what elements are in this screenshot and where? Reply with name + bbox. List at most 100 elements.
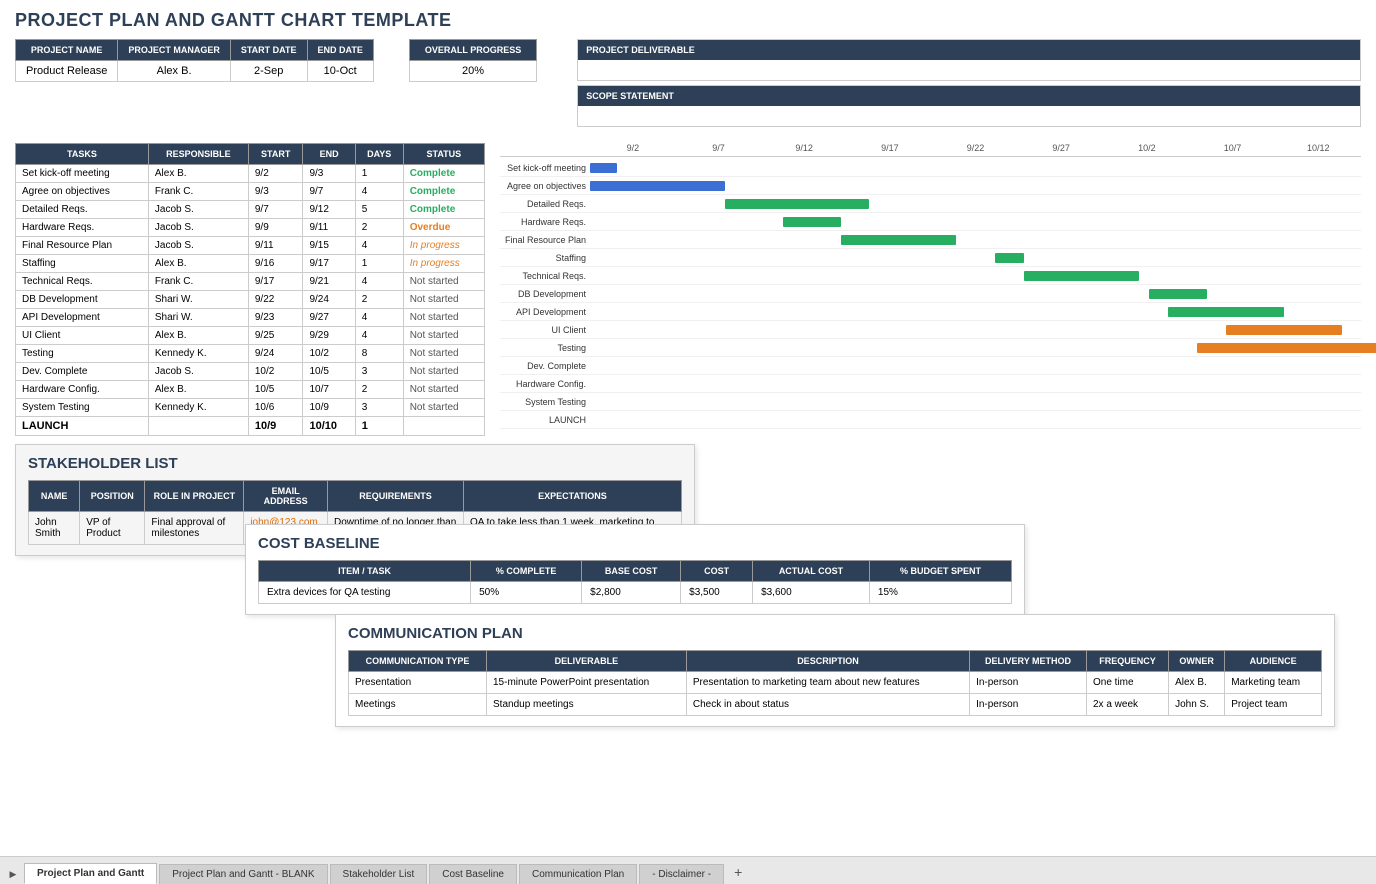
tab-item[interactable]: Communication Plan: [519, 864, 637, 884]
project-info-table: PROJECT NAME PROJECT MANAGER START DATE …: [15, 39, 374, 82]
progress-table: OVERALL PROGRESS 20%: [409, 39, 537, 82]
task-cell: Hardware Reqs.: [16, 219, 149, 237]
gantt-bar: [1024, 271, 1140, 281]
task-cell: Complete: [403, 183, 484, 201]
start-date-value: 2-Sep: [230, 61, 307, 82]
task-cell: Not started: [403, 291, 484, 309]
stakeholder-col: ROLE IN PROJECT: [145, 481, 244, 512]
tasks-table: TASKS RESPONSIBLE START END DAYS STATUS …: [15, 143, 485, 436]
gantt-row-label: LAUNCH: [500, 415, 590, 425]
communication-plan-card: COMMUNICATION PLAN COMMUNICATION TYPEDEL…: [335, 614, 1335, 727]
task-cell: 10/5: [248, 381, 303, 399]
gantt-date-label: 9/27: [1018, 143, 1104, 153]
task-cell: Final Resource Plan: [16, 237, 149, 255]
tab-add-button[interactable]: +: [726, 860, 750, 884]
task-cell: 9/16: [248, 255, 303, 273]
cost-cell: $3,500: [681, 582, 753, 604]
task-cell: 4: [355, 237, 403, 255]
task-cell: 4: [355, 327, 403, 345]
task-cell: In progress: [403, 237, 484, 255]
col-end-date: END DATE: [307, 40, 373, 61]
gantt-row-label: API Development: [500, 307, 590, 317]
task-cell: 9/21: [303, 273, 355, 291]
task-cell: Jacob S.: [148, 237, 248, 255]
tab-item[interactable]: Project Plan and Gantt: [24, 863, 157, 884]
task-cell: 9/15: [303, 237, 355, 255]
gantt-chart: 9/29/79/129/179/229/2710/210/710/12 Set …: [500, 143, 1361, 429]
task-cell: 9/29: [303, 327, 355, 345]
task-cell: 9/9: [248, 219, 303, 237]
tasks-col-days: DAYS: [355, 144, 403, 165]
gantt-bar-area: [590, 161, 1361, 175]
gantt-bar: [1149, 289, 1207, 299]
page-title: PROJECT PLAN AND GANTT CHART TEMPLATE: [15, 10, 1361, 31]
gantt-date-label: 9/7: [676, 143, 762, 153]
comm-cell: John S.: [1169, 694, 1225, 716]
task-cell: 9/7: [303, 183, 355, 201]
cost-baseline-card: COST BASELINE ITEM / TASK% COMPLETEBASE …: [245, 524, 1025, 615]
comm-cell: 2x a week: [1087, 694, 1169, 716]
task-cell: 10/2: [248, 363, 303, 381]
gantt-section: 9/29/79/129/179/229/2710/210/710/12 Set …: [500, 143, 1361, 436]
stakeholder-cell: Final approval of milestones: [145, 512, 244, 545]
gantt-row: System Testing: [500, 393, 1361, 411]
task-cell: Alex B.: [148, 255, 248, 273]
gantt-row-label: System Testing: [500, 397, 590, 407]
task-cell: Staffing: [16, 255, 149, 273]
task-cell: Kennedy K.: [148, 345, 248, 363]
task-cell: Frank C.: [148, 183, 248, 201]
gantt-row: Hardware Reqs.: [500, 213, 1361, 231]
task-cell: UI Client: [16, 327, 149, 345]
task-cell: Detailed Reqs.: [16, 201, 149, 219]
task-cell: Overdue: [403, 219, 484, 237]
tab-left-arrow[interactable]: ▶: [5, 864, 21, 884]
task-cell: Not started: [403, 273, 484, 291]
gantt-row: Hardware Config.: [500, 375, 1361, 393]
task-cell: Shari W.: [148, 309, 248, 327]
gantt-date-label: 9/12: [761, 143, 847, 153]
comm-cell: In-person: [970, 672, 1087, 694]
task-cell: 9/3: [303, 165, 355, 183]
deliverable-header: PROJECT DELIVERABLE: [578, 40, 1360, 60]
comm-cell: Alex B.: [1169, 672, 1225, 694]
task-cell: DB Development: [16, 291, 149, 309]
task-cell: Jacob S.: [148, 201, 248, 219]
gantt-bar: [995, 253, 1024, 263]
gantt-date-label: 9/2: [590, 143, 676, 153]
gantt-row-label: Hardware Config.: [500, 379, 590, 389]
scope-header: SCOPE STATEMENT: [578, 86, 1360, 106]
stakeholder-title: STAKEHOLDER LIST: [28, 455, 682, 472]
comm-table: COMMUNICATION TYPEDELIVERABLEDESCRIPTION…: [348, 650, 1322, 716]
project-name-value: Product Release: [16, 61, 118, 82]
cost-baseline-title: COST BASELINE: [258, 535, 1012, 552]
task-cell: System Testing: [16, 399, 149, 417]
stakeholder-cell: John Smith: [29, 512, 80, 545]
tab-item[interactable]: - Disclaimer -: [639, 864, 724, 884]
task-cell: Not started: [403, 399, 484, 417]
progress-value: 20%: [409, 61, 536, 82]
comm-cell: In-person: [970, 694, 1087, 716]
task-cell: Dev. Complete: [16, 363, 149, 381]
tab-item[interactable]: Cost Baseline: [429, 864, 517, 884]
comm-col: FREQUENCY: [1087, 651, 1169, 672]
gantt-bar-area: [590, 305, 1361, 319]
gantt-row: DB Development: [500, 285, 1361, 303]
task-cell: 9/24: [248, 345, 303, 363]
task-cell: 9/2: [248, 165, 303, 183]
tab-item[interactable]: Project Plan and Gantt - BLANK: [159, 864, 327, 884]
cost-col: ITEM / TASK: [259, 561, 471, 582]
cost-cell: 50%: [471, 582, 582, 604]
task-cell: 3: [355, 399, 403, 417]
task-cell: 4: [355, 309, 403, 327]
task-cell: 1: [355, 417, 403, 436]
gantt-row: Set kick-off meeting: [500, 159, 1361, 177]
tab-item[interactable]: Stakeholder List: [330, 864, 428, 884]
task-cell: Kennedy K.: [148, 399, 248, 417]
main-content-area: TASKS RESPONSIBLE START END DAYS STATUS …: [15, 143, 1361, 436]
cost-col: ACTUAL COST: [753, 561, 870, 582]
project-manager-value: Alex B.: [118, 61, 231, 82]
task-cell: 10/5: [303, 363, 355, 381]
task-cell: Agree on objectives: [16, 183, 149, 201]
gantt-bar-area: [590, 269, 1361, 283]
gantt-bar-area: [590, 197, 1361, 211]
